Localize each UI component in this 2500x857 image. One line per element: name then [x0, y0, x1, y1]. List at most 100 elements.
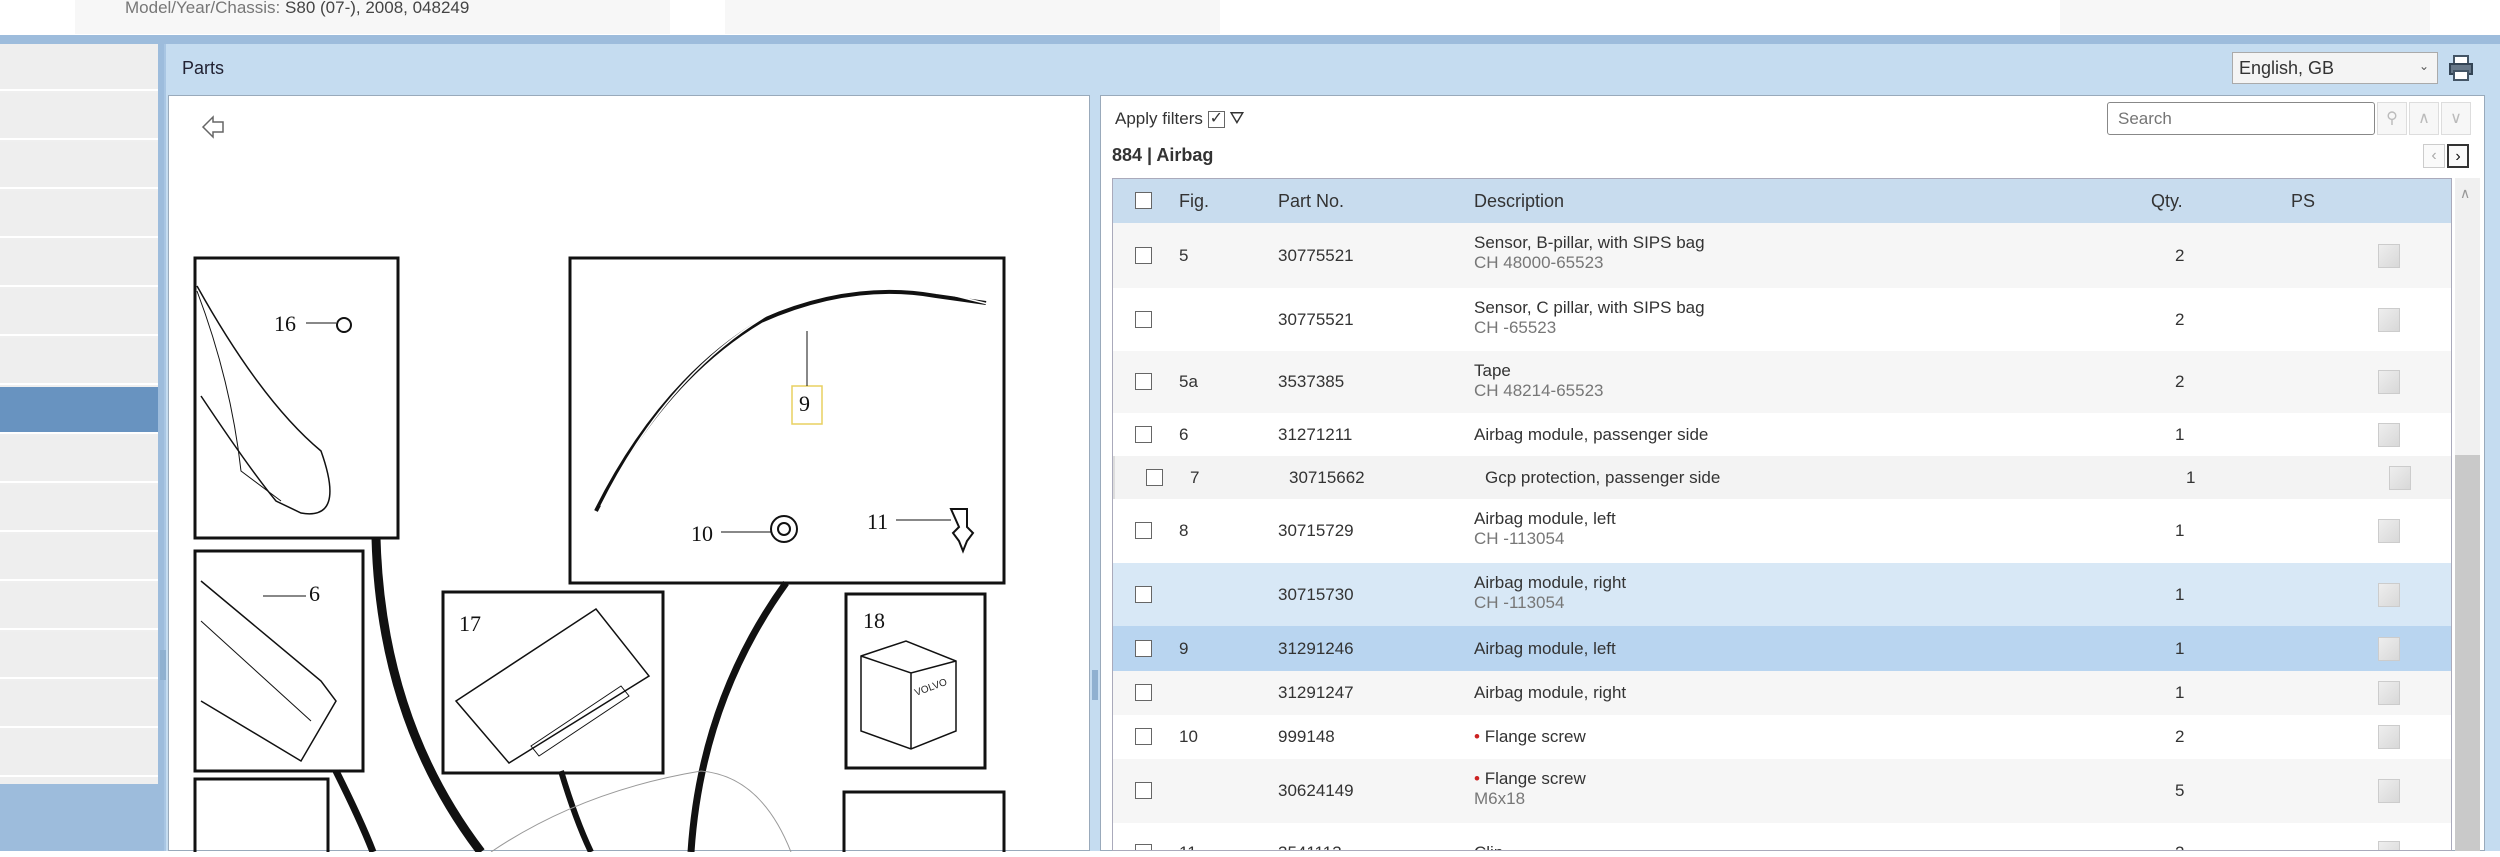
description-sub: CH -113054 [1474, 529, 1565, 548]
sidebar-item[interactable] [0, 338, 158, 385]
sidebar-item[interactable] [0, 485, 158, 532]
note-icon[interactable] [2378, 244, 2400, 268]
note-icon[interactable] [2378, 519, 2400, 543]
row-checkbox[interactable] [1146, 469, 1163, 486]
table-row[interactable]: 8 30715729 Airbag module, left CH -113054… [1113, 499, 2451, 563]
table-row[interactable]: 30715730 Airbag module, right CH -113054 … [1113, 563, 2451, 626]
sidebar-item[interactable] [0, 93, 158, 140]
row-checkbox[interactable] [1135, 844, 1152, 850]
note-icon[interactable] [2378, 725, 2400, 749]
note-icon[interactable] [2378, 583, 2400, 607]
row-checkbox[interactable] [1135, 311, 1152, 328]
col-ps[interactable]: PS [2291, 191, 2315, 212]
note-icon[interactable] [2389, 466, 2411, 490]
sidebar-item[interactable] [0, 583, 158, 630]
table-row[interactable]: 31291247 Airbag module, right 1 [1113, 671, 2451, 715]
bullet: • [1474, 727, 1480, 746]
callout-label-17: 17 [459, 611, 481, 636]
part-number[interactable]: 30775521 [1278, 246, 1354, 266]
part-number[interactable]: 999148 [1278, 727, 1335, 747]
note-icon[interactable] [2378, 681, 2400, 705]
part-number[interactable]: 31291247 [1278, 683, 1354, 703]
table-row[interactable]: 10 999148 • Flange screw 2 [1113, 715, 2451, 759]
quantity: 1 [2175, 639, 2185, 658]
part-number[interactable]: 30715662 [1289, 468, 1365, 488]
back-arrow-icon[interactable] [201, 115, 224, 139]
scroll-up-icon[interactable]: ∧ [2460, 185, 2470, 202]
sidebar-item[interactable] [0, 142, 158, 189]
part-number[interactable]: 31271211 [1278, 425, 1352, 445]
table-row[interactable]: 30775521 Sensor, C pillar, with SIPS bag… [1113, 288, 2451, 351]
row-checkbox[interactable] [1135, 586, 1152, 603]
vehicle-info: Model/Year/Chassis: S80 (07-), 2008, 048… [125, 0, 469, 18]
search-icon[interactable]: ⚲ [2377, 102, 2407, 135]
note-icon[interactable] [2378, 423, 2400, 447]
row-checkbox[interactable] [1135, 728, 1152, 745]
sidebar-item[interactable] [0, 730, 158, 777]
row-checkbox[interactable] [1135, 426, 1152, 443]
apply-filters-checkbox[interactable] [1207, 108, 1225, 129]
part-number[interactable]: 30775521 [1278, 310, 1354, 330]
table-row[interactable]: 30624149 • Flange screw M6x18 5 [1113, 759, 2451, 823]
select-all-checkbox[interactable] [1135, 192, 1152, 209]
next-page-icon[interactable]: › [2447, 144, 2469, 168]
sidebar-item[interactable] [0, 534, 158, 581]
row-checkbox[interactable] [1135, 247, 1152, 264]
prev-page-icon[interactable]: ‹ [2423, 144, 2445, 168]
part-number[interactable]: 30624149 [1278, 781, 1354, 801]
sidebar-collapse-handle[interactable] [160, 650, 166, 680]
apply-filters[interactable]: Apply filters ⛛ [1115, 108, 1244, 129]
sidebar-item[interactable] [0, 681, 158, 728]
note-icon[interactable] [2378, 637, 2400, 661]
col-fig[interactable]: Fig. [1179, 191, 1209, 212]
table-row[interactable]: 7 30715662 Gcp protection, passenger sid… [1113, 456, 2451, 499]
sidebar-item[interactable] [0, 436, 158, 483]
pane-splitter[interactable] [1090, 95, 1100, 851]
row-checkbox[interactable] [1135, 640, 1152, 657]
col-qty[interactable]: Qty. [2151, 191, 2183, 212]
search-next-icon[interactable]: ∨ [2441, 102, 2471, 135]
search-prev-icon[interactable]: ∧ [2409, 102, 2439, 135]
note-icon[interactable] [2378, 308, 2400, 332]
sidebar-item[interactable] [0, 387, 158, 434]
scrollbar-thumb[interactable] [2455, 455, 2480, 851]
table-row[interactable]: 11 3541113 Clip 2 [1113, 823, 2451, 850]
diagram-collapse-handle[interactable] [1092, 670, 1098, 700]
part-number[interactable]: 30715729 [1278, 521, 1354, 541]
col-part-no[interactable]: Part No. [1278, 191, 1344, 212]
sidebar-item[interactable] [0, 191, 158, 238]
callout-label-9: 9 [799, 391, 810, 416]
note-icon[interactable] [2378, 779, 2400, 803]
sidebar-item[interactable] [0, 632, 158, 679]
row-checkbox[interactable] [1135, 684, 1152, 701]
language-select[interactable]: English, GB ⌄ [2232, 52, 2438, 84]
description-sub: M6x18 [1474, 789, 1526, 808]
row-checkbox[interactable] [1135, 373, 1152, 390]
chevron-down-icon: ⌄ [2418, 59, 2429, 73]
table-row[interactable]: 5 30775521 Sensor, B-pillar, with SIPS b… [1113, 223, 2451, 288]
part-number[interactable]: 3537385 [1278, 372, 1344, 392]
sidebar-item[interactable] [0, 289, 158, 336]
col-description[interactable]: Description [1474, 191, 1564, 212]
table-row[interactable]: 9 31291246 Airbag module, left 1 [1113, 626, 2451, 671]
sidebar-item[interactable] [0, 44, 158, 91]
part-number[interactable]: 3541113 [1278, 843, 1342, 850]
description-text: Tape [1474, 361, 1511, 380]
table-row[interactable]: 6 31271211 Airbag module, passenger side… [1113, 413, 2451, 456]
vehicle-value: S80 (07-), 2008, 048249 [285, 0, 470, 17]
part-number[interactable]: 30715730 [1278, 585, 1354, 605]
table-row[interactable]: 5a 3537385 Tape CH 48214-65523 2 [1113, 351, 2451, 413]
row-checkbox[interactable] [1135, 782, 1152, 799]
quantity: 1 [2186, 468, 2196, 487]
breadcrumb: 884 | Airbag [1112, 145, 1214, 165]
sidebar-item[interactable] [0, 240, 158, 287]
search-input[interactable] [2107, 102, 2375, 135]
description: • Flange screw M6x18 [1474, 769, 1586, 809]
note-icon[interactable] [2378, 841, 2400, 850]
note-icon[interactable] [2378, 370, 2400, 394]
parts-diagram[interactable]: VOLVO 16 9 10 11 6 17 18 [168, 95, 1090, 857]
row-checkbox[interactable] [1135, 522, 1152, 539]
part-number[interactable]: 31291246 [1278, 639, 1354, 659]
print-icon[interactable] [2448, 54, 2474, 82]
filter-icon[interactable]: ⛛ [1229, 108, 1244, 128]
